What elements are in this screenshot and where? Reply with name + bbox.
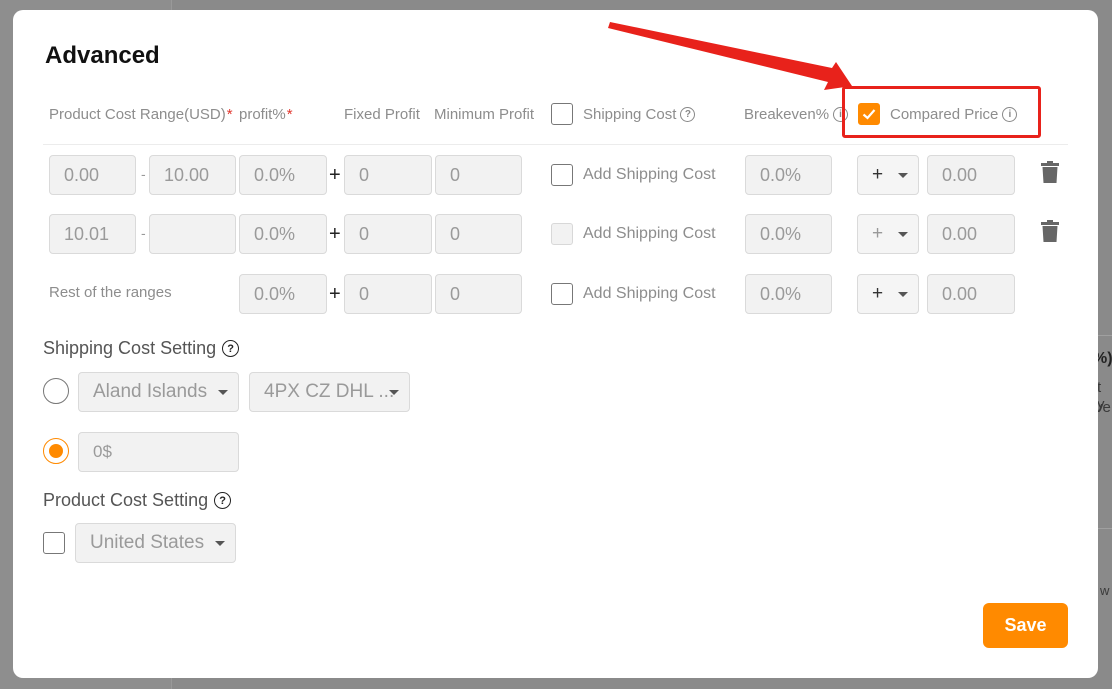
shipping-cost-setting-title: Shipping Cost Setting ? [43,338,240,359]
header-label: Breakeven% [744,106,830,123]
header-label: profit% [239,106,286,123]
add-shipping-cost-label: Add Shipping Cost [583,285,716,302]
advanced-dialog: Advanced Product Cost Range(USD) * profit… [13,10,1098,678]
select-value: United States [90,532,205,553]
operator-value: + [872,223,884,244]
minimum-profit-input[interactable]: 0 [435,155,522,195]
select-value: Aland Islands [93,381,208,402]
rest-of-ranges-label: Rest of the ranges [49,284,172,301]
section-title-text: Shipping Cost Setting [43,338,217,358]
minimum-profit-input[interactable]: 0 [435,274,522,314]
header-label: Product Cost Range(USD) [49,106,226,123]
header-shipping-cost: Shipping Cost ? [583,106,696,123]
radio-dot [49,444,63,458]
product-cost-setting-checkbox[interactable] [43,532,65,554]
operator-select[interactable]: + [857,274,919,314]
range-from-input[interactable]: 0.00 [49,155,136,195]
caret-down-icon [898,292,908,297]
plus-sign: + [329,164,341,186]
header-label: Minimum Profit [434,106,535,123]
fixed-profit-input[interactable]: 0 [344,155,432,195]
profit-percent-input[interactable]: 0.0% [239,155,327,195]
header-label: Shipping Cost [583,106,677,123]
range-to-input[interactable] [149,214,236,254]
shipping-country-select[interactable]: Aland Islands [78,372,239,412]
fixed-profit-input[interactable]: 0 [344,274,432,314]
caret-down-icon [898,173,908,178]
add-shipping-cost-checkbox[interactable] [551,164,573,186]
header-fixed-profit: Fixed Profit [344,106,420,123]
add-shipping-cost-label: Add Shipping Cost [583,225,716,242]
minimum-profit-input[interactable]: 0 [435,214,522,254]
operator-value: + [872,283,884,304]
operator-select[interactable]: + [857,155,919,195]
range-dash: - [141,225,146,241]
product-cost-setting-title: Product Cost Setting ? [43,490,232,511]
compared-price-input[interactable]: 0.00 [927,274,1015,314]
question-icon[interactable]: ? [214,492,232,509]
profit-percent-input[interactable]: 0.0% [239,214,327,254]
header-label: Fixed Profit [344,106,420,123]
compared-price-input[interactable]: 0.00 [927,214,1015,254]
add-shipping-cost-label: Add Shipping Cost [583,166,716,183]
question-icon[interactable]: ? [680,107,696,122]
product-cost-country-select[interactable]: United States [75,523,236,563]
profit-percent-input[interactable]: 0.0% [239,274,327,314]
select-value: 4PX CZ DHL ... [264,381,395,402]
background-text: w [1100,583,1110,598]
caret-down-icon [389,390,399,395]
required-mark: * [286,106,293,123]
header-breakeven: Breakeven% i [744,106,849,123]
shipping-cost-header-checkbox[interactable] [551,103,573,125]
required-mark: * [226,106,233,123]
header-profit-percent: profit% * [239,106,293,123]
annotation-highlight-box [842,86,1041,138]
trash-icon[interactable] [1041,161,1059,183]
add-shipping-cost-checkbox[interactable] [551,223,573,245]
header-minimum-profit: Minimum Profit [434,106,534,123]
range-from-input[interactable]: 10.01 [49,214,136,254]
save-button[interactable]: Save [983,603,1068,648]
shipping-fixed-radio[interactable] [43,438,69,464]
caret-down-icon [898,232,908,237]
breakeven-input[interactable]: 0.0% [745,214,832,254]
fixed-profit-input[interactable]: 0 [344,214,432,254]
compared-price-input[interactable]: 0.00 [927,155,1015,195]
breakeven-input[interactable]: 0.0% [745,155,832,195]
question-icon[interactable]: ? [222,340,240,357]
shipping-by-country-radio[interactable] [43,378,69,404]
section-title-text: Product Cost Setting [43,490,209,510]
plus-sign: + [329,223,341,245]
shipping-method-select[interactable]: 4PX CZ DHL ... [249,372,410,412]
operator-select[interactable]: + [857,214,919,254]
range-to-input[interactable]: 10.00 [149,155,236,195]
breakeven-input[interactable]: 0.0% [745,274,832,314]
header-divider [43,144,1068,145]
caret-down-icon [215,541,225,546]
operator-value: + [872,164,884,185]
trash-icon[interactable] [1041,220,1059,242]
plus-sign: + [329,283,341,305]
header-product-cost-range: Product Cost Range(USD) * [49,106,233,123]
dialog-title: Advanced [45,42,160,69]
caret-down-icon [218,390,228,395]
add-shipping-cost-checkbox[interactable] [551,283,573,305]
shipping-fixed-input[interactable]: 0$ [78,432,239,472]
range-dash: - [141,166,146,182]
